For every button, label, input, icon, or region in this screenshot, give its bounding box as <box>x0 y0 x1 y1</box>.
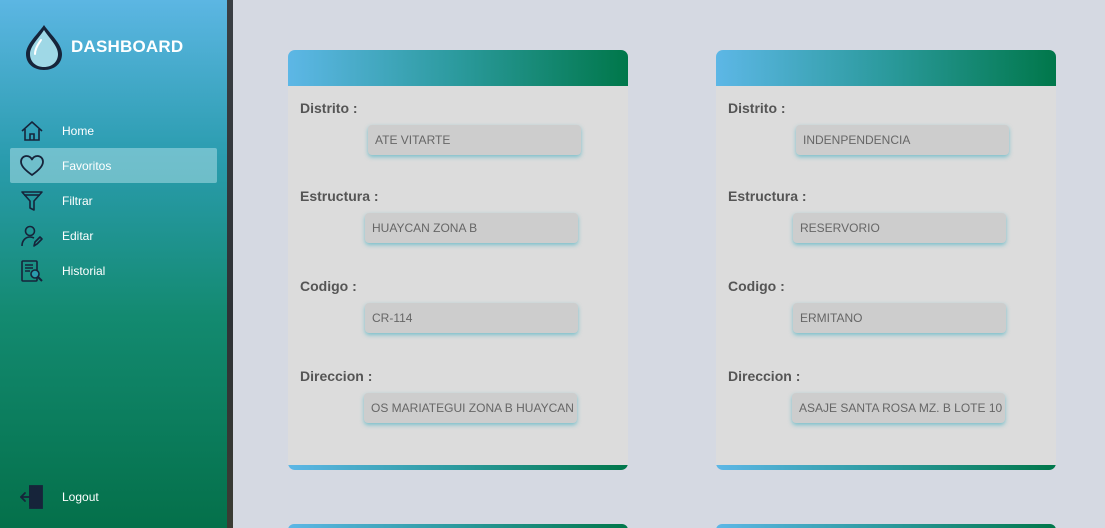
brand-title: DASHBOARD <box>71 37 184 56</box>
distrito-label: Distrito : <box>300 100 358 116</box>
card-footer <box>288 465 628 470</box>
sidebar-item-favoritos[interactable]: Favoritos <box>10 148 217 183</box>
estructura-field[interactable]: RESERVORIO <box>793 213 1006 243</box>
codigo-label: Codigo : <box>300 278 357 294</box>
codigo-label: Codigo : <box>728 278 785 294</box>
direccion-field[interactable]: ASAJE SANTA ROSA MZ. B LOTE 10 <box>792 393 1005 423</box>
favorite-card: Distrito : INDENPENDENCIA Estructura : R… <box>716 50 1056 470</box>
water-drop-logo-icon <box>26 25 62 70</box>
estructura-label: Estructura : <box>300 188 379 204</box>
distrito-field[interactable]: ATE VITARTE <box>368 125 581 155</box>
sidebar-item-label: Historial <box>62 263 106 278</box>
sidebar-item-label: Editar <box>62 228 94 243</box>
logout-label: Logout <box>62 489 99 504</box>
heart-icon <box>19 153 45 179</box>
logout-icon <box>19 484 45 510</box>
brand[interactable]: DASHBOARD <box>22 22 183 72</box>
history-icon <box>19 258 45 284</box>
estructura-label: Estructura : <box>728 188 807 204</box>
sidebar-item-filtrar[interactable]: Filtrar <box>10 183 217 218</box>
sidebar-nav: Home Favoritos Filtrar Editar Historial <box>10 113 217 288</box>
user-edit-icon <box>19 223 45 249</box>
card-header-partial <box>716 524 1056 528</box>
codigo-field[interactable]: CR-114 <box>365 303 578 333</box>
sidebar-item-label: Home <box>62 123 95 138</box>
sidebar: DASHBOARD Home Favoritos Filtrar Editar … <box>0 0 227 528</box>
direccion-label: Direccion : <box>300 368 373 384</box>
logout-button[interactable]: Logout <box>10 479 217 514</box>
sidebar-item-label: Filtrar <box>62 193 93 208</box>
favorite-card: Distrito : ATE VITARTE Estructura : HUAY… <box>288 50 628 470</box>
home-icon <box>19 118 45 144</box>
card-header-partial <box>288 524 628 528</box>
sidebar-item-editar[interactable]: Editar <box>10 218 217 253</box>
direccion-label: Direccion : <box>728 368 801 384</box>
sidebar-item-home[interactable]: Home <box>10 113 217 148</box>
distrito-label: Distrito : <box>728 100 786 116</box>
card-header <box>288 50 628 86</box>
filter-icon <box>19 188 45 214</box>
estructura-field[interactable]: HUAYCAN ZONA B <box>365 213 578 243</box>
direccion-field[interactable]: OS MARIATEGUI ZONA B HUAYCAN <box>364 393 577 423</box>
sidebar-item-label: Favoritos <box>62 158 112 173</box>
distrito-field[interactable]: INDENPENDENCIA <box>796 125 1009 155</box>
card-header <box>716 50 1056 86</box>
card-footer <box>716 465 1056 470</box>
sidebar-item-historial[interactable]: Historial <box>10 253 217 288</box>
codigo-field[interactable]: ERMITANO <box>793 303 1006 333</box>
sidebar-edge <box>227 0 233 528</box>
